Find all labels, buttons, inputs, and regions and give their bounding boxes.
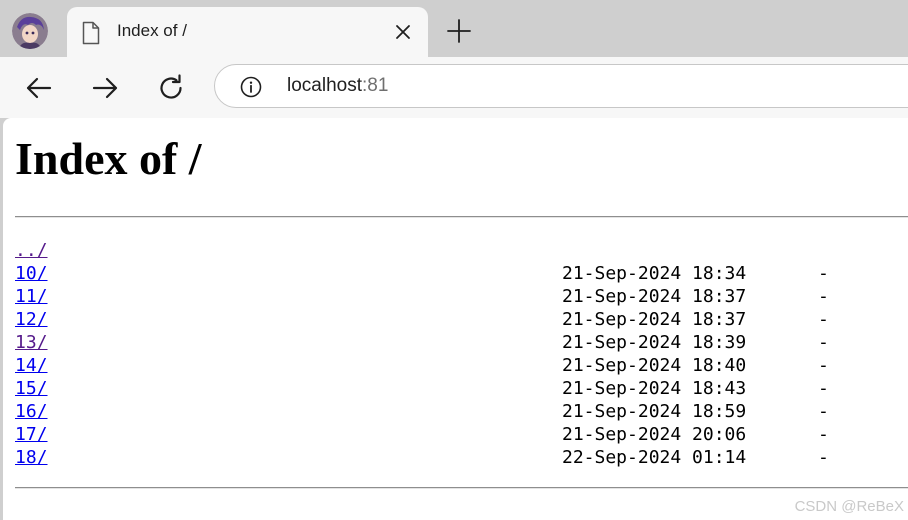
directory-link[interactable]: 13/ (15, 331, 48, 354)
file-size: - (818, 309, 829, 330)
info-icon[interactable] (240, 76, 262, 98)
table-row: 14/ 21-Sep-2024 18:40 - (15, 354, 905, 377)
modified-date: 21-Sep-2024 18:34 (562, 263, 747, 284)
address-bar[interactable]: localhost:81 (214, 64, 908, 108)
modified-date: 21-Sep-2024 18:40 (562, 355, 747, 376)
table-row: 15/ 21-Sep-2024 18:43 - (15, 377, 905, 400)
table-row: 11/ 21-Sep-2024 18:37 - (15, 285, 905, 308)
divider-top (15, 216, 908, 218)
profile-avatar[interactable] (12, 13, 48, 49)
table-row: 10/ 21-Sep-2024 18:34 - (15, 262, 905, 285)
close-icon[interactable] (392, 21, 414, 43)
file-size: - (818, 424, 829, 445)
directory-link[interactable]: 18/ (15, 446, 48, 469)
modified-date: 21-Sep-2024 18:59 (562, 401, 747, 422)
file-size: - (818, 263, 829, 284)
file-size: - (818, 286, 829, 307)
url-port: :81 (362, 75, 389, 96)
tab-strip: Index of / (0, 0, 908, 57)
directory-link[interactable]: 15/ (15, 377, 48, 400)
directory-link[interactable]: 14/ (15, 354, 48, 377)
browser-toolbar: localhost:81 (0, 57, 908, 118)
modified-date: 21-Sep-2024 20:06 (562, 424, 747, 445)
file-size: - (818, 332, 829, 353)
page-title: Index of / (15, 133, 202, 184)
modified-date: 21-Sep-2024 18:43 (562, 378, 747, 399)
table-row: 17/ 21-Sep-2024 20:06 - (15, 423, 905, 446)
url-host: localhost (287, 75, 362, 96)
arrow-left-icon[interactable] (22, 71, 56, 105)
tab-title: Index of / (117, 21, 187, 40)
table-row: 13/ 21-Sep-2024 18:39 - (15, 331, 905, 354)
reload-icon[interactable] (154, 71, 188, 105)
page-icon (82, 21, 100, 45)
watermark: CSDN @ReBeX (794, 498, 904, 515)
file-size: - (818, 355, 829, 376)
modified-date: 21-Sep-2024 18:39 (562, 332, 747, 353)
file-size: - (818, 378, 829, 399)
divider-bottom (15, 487, 908, 489)
page-content: Index of / ../ 10/ 21-Sep-2024 18:34 - 1… (3, 118, 908, 520)
directory-link[interactable]: 12/ (15, 308, 48, 331)
arrow-right-icon[interactable] (88, 71, 122, 105)
directory-listing: ../ 10/ 21-Sep-2024 18:34 - 11/ 21-Sep-2… (15, 239, 905, 469)
modified-date: 21-Sep-2024 18:37 (562, 286, 747, 307)
directory-link[interactable]: 16/ (15, 400, 48, 423)
file-size: - (818, 447, 829, 468)
new-tab-button[interactable] (446, 18, 472, 44)
directory-link[interactable]: 10/ (15, 262, 48, 285)
table-row: 12/ 21-Sep-2024 18:37 - (15, 308, 905, 331)
url-text[interactable]: localhost:81 (287, 75, 388, 97)
table-row: 16/ 21-Sep-2024 18:59 - (15, 400, 905, 423)
parent-directory-row: ../ (15, 239, 905, 262)
browser-tab-active[interactable]: Index of / (67, 7, 428, 57)
parent-directory-link[interactable]: ../ (15, 239, 48, 262)
directory-link[interactable]: 11/ (15, 285, 48, 308)
modified-date: 21-Sep-2024 18:37 (562, 309, 747, 330)
directory-link[interactable]: 17/ (15, 423, 48, 446)
file-size: - (818, 401, 829, 422)
modified-date: 22-Sep-2024 01:14 (562, 447, 747, 468)
table-row: 18/ 22-Sep-2024 01:14 - (15, 446, 905, 469)
